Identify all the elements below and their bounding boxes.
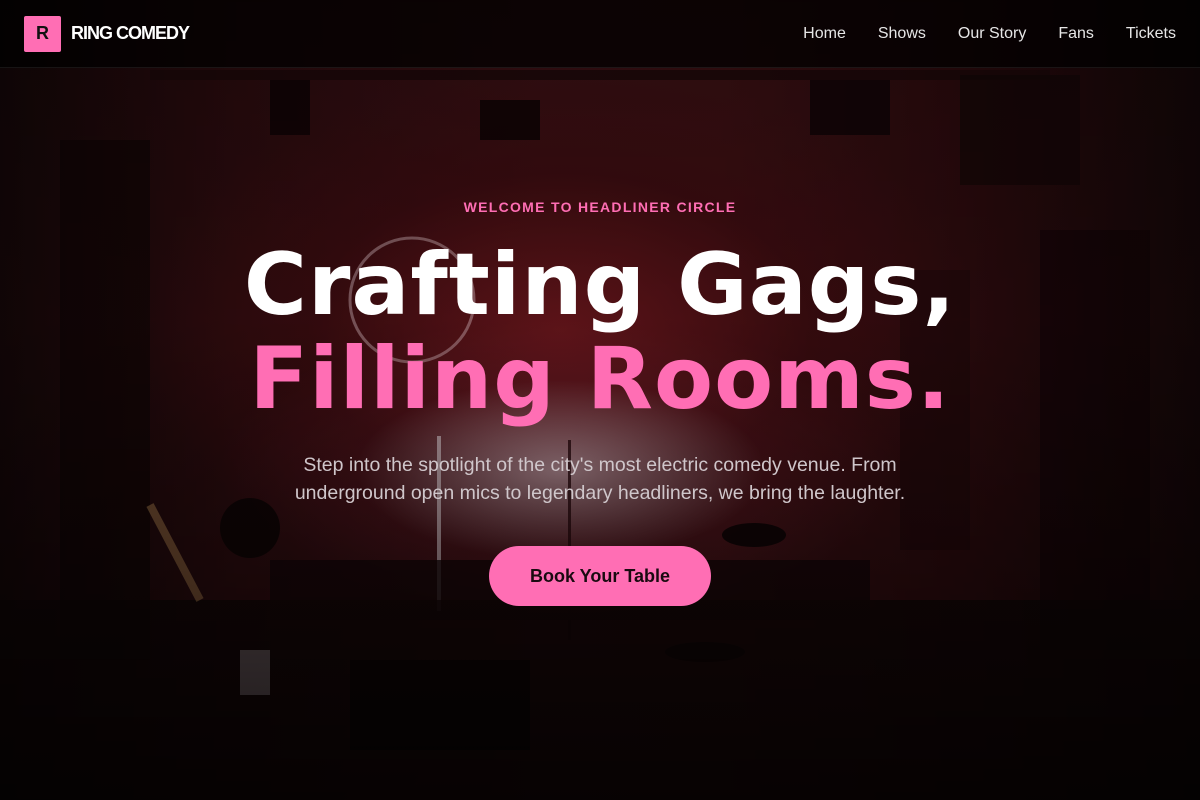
hero-title-line-1: Crafting Gags, — [243, 235, 957, 335]
hero-section: WELCOME TO HEADLINER CIRCLE Crafting Gag… — [0, 0, 1200, 800]
page: R RING COMEDY Home Shows Our Story Fans … — [0, 0, 1200, 800]
hero-subtitle: Step into the spotlight of the city's mo… — [294, 454, 906, 504]
hero-title-line-2: Filling Rooms. — [249, 329, 951, 429]
hero-eyebrow: WELCOME TO HEADLINER CIRCLE — [463, 199, 737, 215]
book-table-button[interactable]: Book Your Table — [489, 546, 711, 606]
